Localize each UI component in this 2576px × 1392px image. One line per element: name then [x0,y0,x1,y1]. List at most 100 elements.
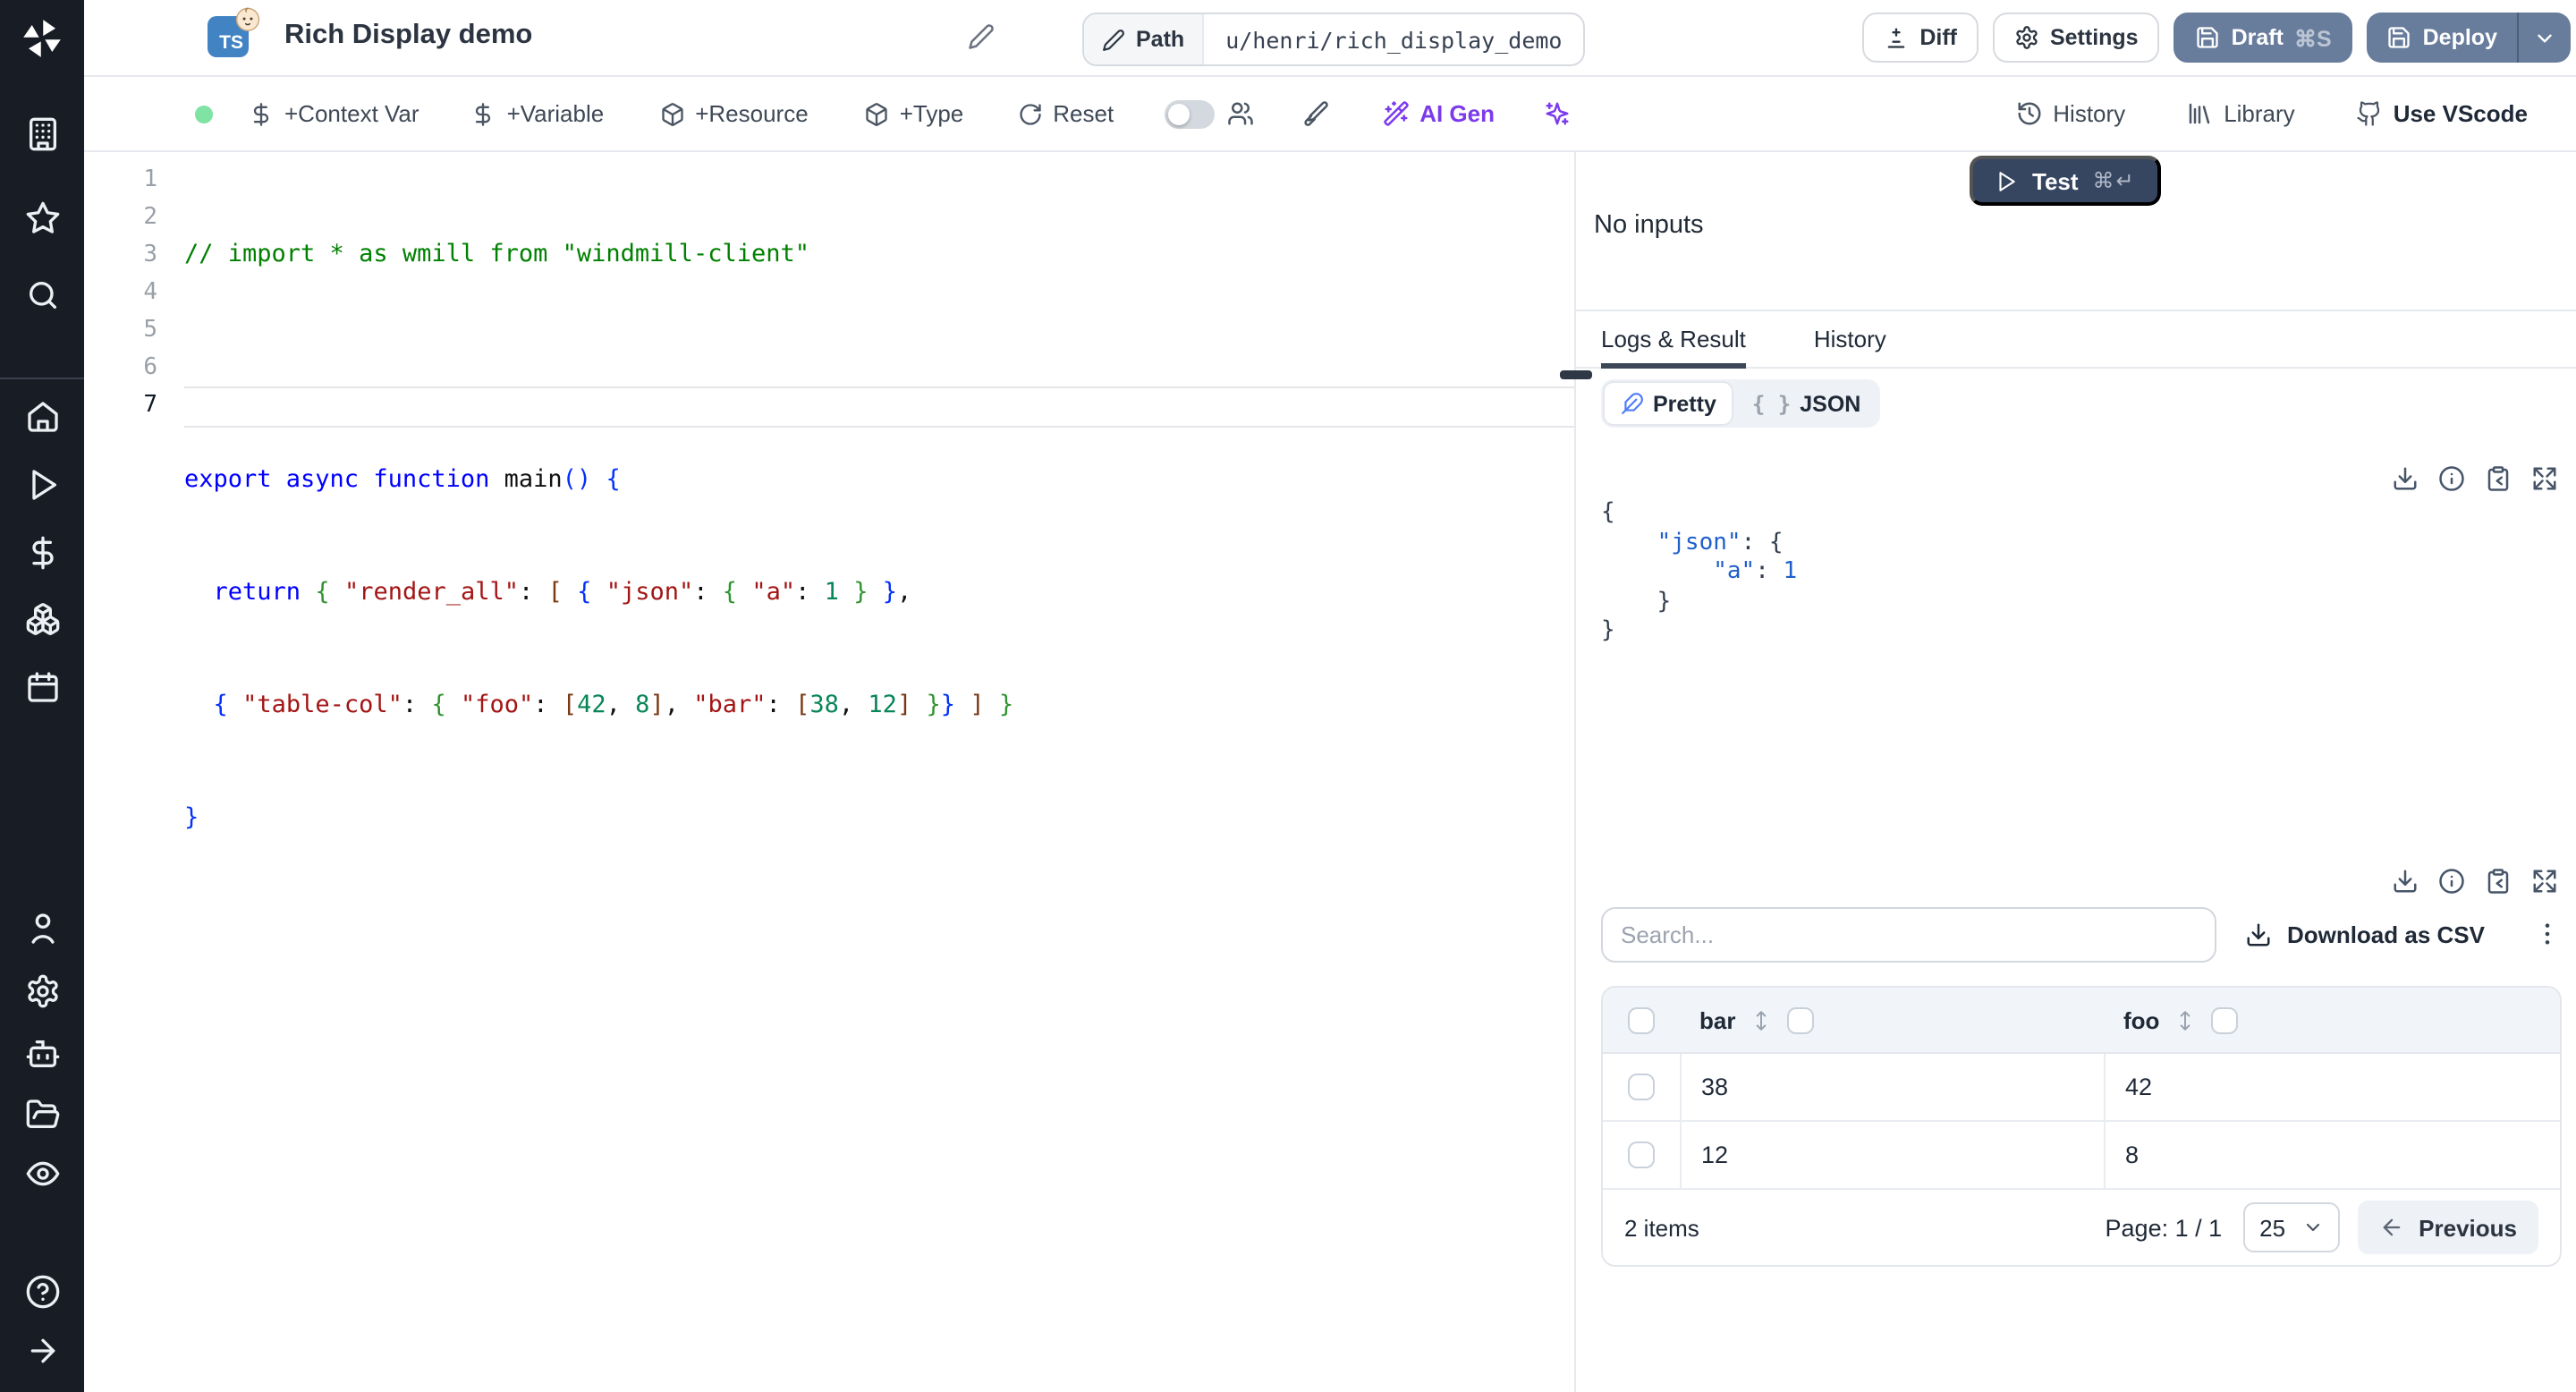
users-icon[interactable] [24,911,60,946]
collapse-arrow-icon[interactable] [24,1333,60,1369]
column-header-foo: foo [2123,1006,2160,1033]
download-csv-button[interactable]: Download as CSV [2246,921,2485,947]
copy-clipboard-icon[interactable] [2485,465,2512,492]
table-actions [2392,868,2558,895]
variables-dollar-icon[interactable] [24,535,60,571]
json-label: JSON [1800,391,1861,416]
code-line: export async function main() { [184,465,621,494]
path-label-segment: Path [1084,14,1205,64]
folders-icon[interactable] [24,1097,60,1133]
library-label: Library [2224,100,2295,127]
search-icon[interactable] [24,277,60,313]
resources-boxes-icon[interactable] [24,601,60,637]
windmill-script-editor: TS Rich Display demo Path u/henri/rich_d… [0,0,2576,1392]
code-lines[interactable]: // import * as wmill from "windmill-clie… [184,152,1574,1392]
reset-button[interactable]: Reset [1017,100,1114,127]
path-value: u/henri/rich_display_demo [1225,26,1563,53]
workers-robot-icon[interactable] [24,1036,60,1072]
top-header: TS Rich Display demo Path u/henri/rich_d… [84,0,2576,77]
select-all-checkbox[interactable] [1628,1006,1655,1033]
runs-play-icon[interactable] [24,467,60,503]
download-csv-label: Download as CSV [2286,921,2485,947]
add-resource-button[interactable]: +Resource [659,100,809,127]
library-button[interactable]: Library [2186,100,2295,127]
add-variable-button[interactable]: +Variable [471,100,604,127]
ai-gen-button[interactable]: AI Gen [1382,100,1495,127]
package-icon [864,101,889,126]
info-icon[interactable] [2438,465,2465,492]
current-line-highlight [184,386,1574,428]
page-title: Rich Display demo [284,20,533,50]
multiplayer-users-icon[interactable] [1226,100,1253,127]
row-checkbox[interactable] [1628,1074,1655,1100]
baby-emoji [234,5,261,32]
path-button[interactable]: Path u/henri/rich_display_demo [1082,13,1586,66]
status-dot [195,105,213,123]
draft-label: Draft [2231,25,2284,50]
cell-bar: 12 [1701,1142,1729,1168]
audit-eye-icon[interactable] [24,1156,60,1192]
panel-resize-handle[interactable] [1560,370,1592,379]
column-header-bar: bar [1699,1006,1736,1033]
sparkles-icon[interactable] [1543,100,1570,127]
info-icon[interactable] [2438,868,2465,895]
table-footer: 2 items Page: 1 / 1 25 Previous [1603,1190,2560,1265]
windmill-logo-icon[interactable] [20,16,64,61]
previous-page-button[interactable]: Previous [2358,1201,2538,1254]
diff-button[interactable]: Diff [1862,13,1979,63]
history-button[interactable]: History [2015,100,2125,127]
deploy-button[interactable]: Deploy [2368,13,2517,63]
column-toggle-checkbox[interactable] [2211,1006,2239,1033]
code-editor[interactable]: 1 2 3 4 5 6 7 // import * as wmill from … [84,152,1574,1392]
edit-title-pencil-icon[interactable] [968,23,995,50]
help-icon[interactable] [24,1274,60,1310]
history-clock-icon [2015,100,2042,127]
table-row: 12 8 [1603,1122,2560,1190]
expand-icon[interactable] [2531,465,2558,492]
test-button[interactable]: Test ⌘↵ [1970,156,2161,206]
settings-label: Settings [2049,25,2139,50]
column-toggle-checkbox[interactable] [1787,1006,1815,1033]
deploy-dropdown-button[interactable] [2517,13,2571,63]
draft-button[interactable]: Draft ⌘S [2174,13,2353,63]
tab-logs-result[interactable]: Logs & Result [1601,311,1746,369]
add-type-button[interactable]: +Type [864,100,964,127]
pretty-view-button[interactable]: Pretty [1605,383,1733,424]
line-numbers: 1 2 3 4 5 6 7 [143,166,157,419]
resource-label: +Resource [695,100,809,127]
dollar-icon [471,101,496,126]
history-label: History [2053,100,2126,127]
dollar-icon [249,101,274,126]
home-icon[interactable] [24,399,60,435]
sort-icon[interactable] [2174,1008,2197,1031]
type-label: +Type [899,100,964,127]
format-brush-icon[interactable] [1301,100,1328,127]
add-context-var-button[interactable]: +Context Var [249,100,419,127]
settings-button[interactable]: Settings [1992,13,2160,63]
table-row: 38 42 [1603,1054,2560,1122]
play-icon [1995,169,2018,192]
assistant-toggle[interactable] [1164,99,1215,128]
download-icon[interactable] [2392,465,2419,492]
no-inputs-text: No inputs [1594,211,1704,240]
github-cat-icon [2356,100,2383,127]
copy-clipboard-icon[interactable] [2485,868,2512,895]
json-view-button[interactable]: { } JSON [1736,383,1877,424]
result-tabs: Logs & Result History [1576,310,2576,369]
schedules-calendar-icon[interactable] [24,669,60,705]
page-size-select[interactable]: 25 [2243,1202,2341,1252]
settings-gear-icon[interactable] [24,973,60,1009]
expand-icon[interactable] [2531,868,2558,895]
use-vscode-button[interactable]: Use VScode [2356,100,2528,127]
search-input[interactable] [1601,906,2216,962]
building-icon[interactable] [24,116,60,152]
tab-history[interactable]: History [1814,311,1886,367]
pencil-icon [1102,28,1125,51]
download-icon[interactable] [2392,868,2419,895]
row-checkbox[interactable] [1628,1142,1655,1168]
sort-icon[interactable] [1750,1008,1773,1031]
kebab-menu-icon[interactable] [2533,920,2562,948]
star-icon[interactable] [24,200,60,236]
code-line: { "table-col": { "foo": [42, 8], "bar": … [213,691,1014,719]
